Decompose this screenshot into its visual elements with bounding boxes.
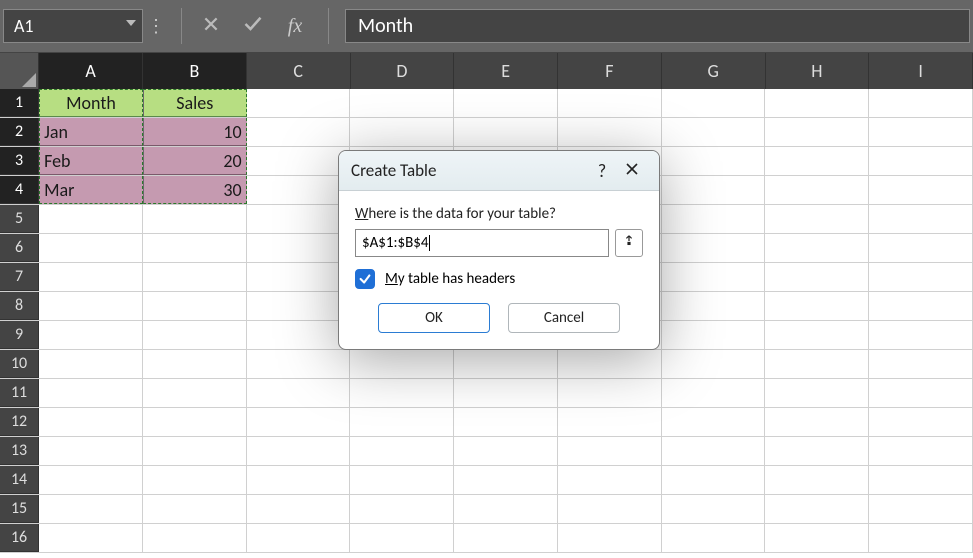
dialog-body: Where is the data for your table? $A$1:$… <box>339 191 659 349</box>
dialog-prompt: Where is the data for your table? <box>355 205 643 223</box>
range-value: $A$1:$B$4 <box>362 234 428 252</box>
excel-window: A1 ⋮ fx Month ABCD <box>0 0 973 558</box>
collapse-icon <box>622 234 636 253</box>
close-icon <box>624 160 640 182</box>
range-input[interactable]: $A$1:$B$4 <box>355 229 609 257</box>
range-row: $A$1:$B$4 <box>355 229 643 257</box>
headers-checkbox-label: My table has headers <box>385 270 515 288</box>
dialog-help-button[interactable]: ? <box>587 156 617 186</box>
create-table-dialog: Create Table ? Where is the data for you… <box>338 150 660 350</box>
dialog-titlebar[interactable]: Create Table ? <box>339 151 659 191</box>
dialog-button-row: OK Cancel <box>355 303 643 333</box>
text-caret <box>429 235 430 251</box>
headers-checkbox[interactable] <box>355 269 375 289</box>
dialog-close-button[interactable] <box>617 156 647 186</box>
dialog-title: Create Table <box>351 160 436 181</box>
headers-checkbox-row: My table has headers <box>355 269 643 289</box>
collapse-dialog-button[interactable] <box>615 229 643 257</box>
help-icon: ? <box>598 160 606 182</box>
cancel-button[interactable]: Cancel <box>508 303 620 333</box>
ok-button[interactable]: OK <box>378 303 490 333</box>
